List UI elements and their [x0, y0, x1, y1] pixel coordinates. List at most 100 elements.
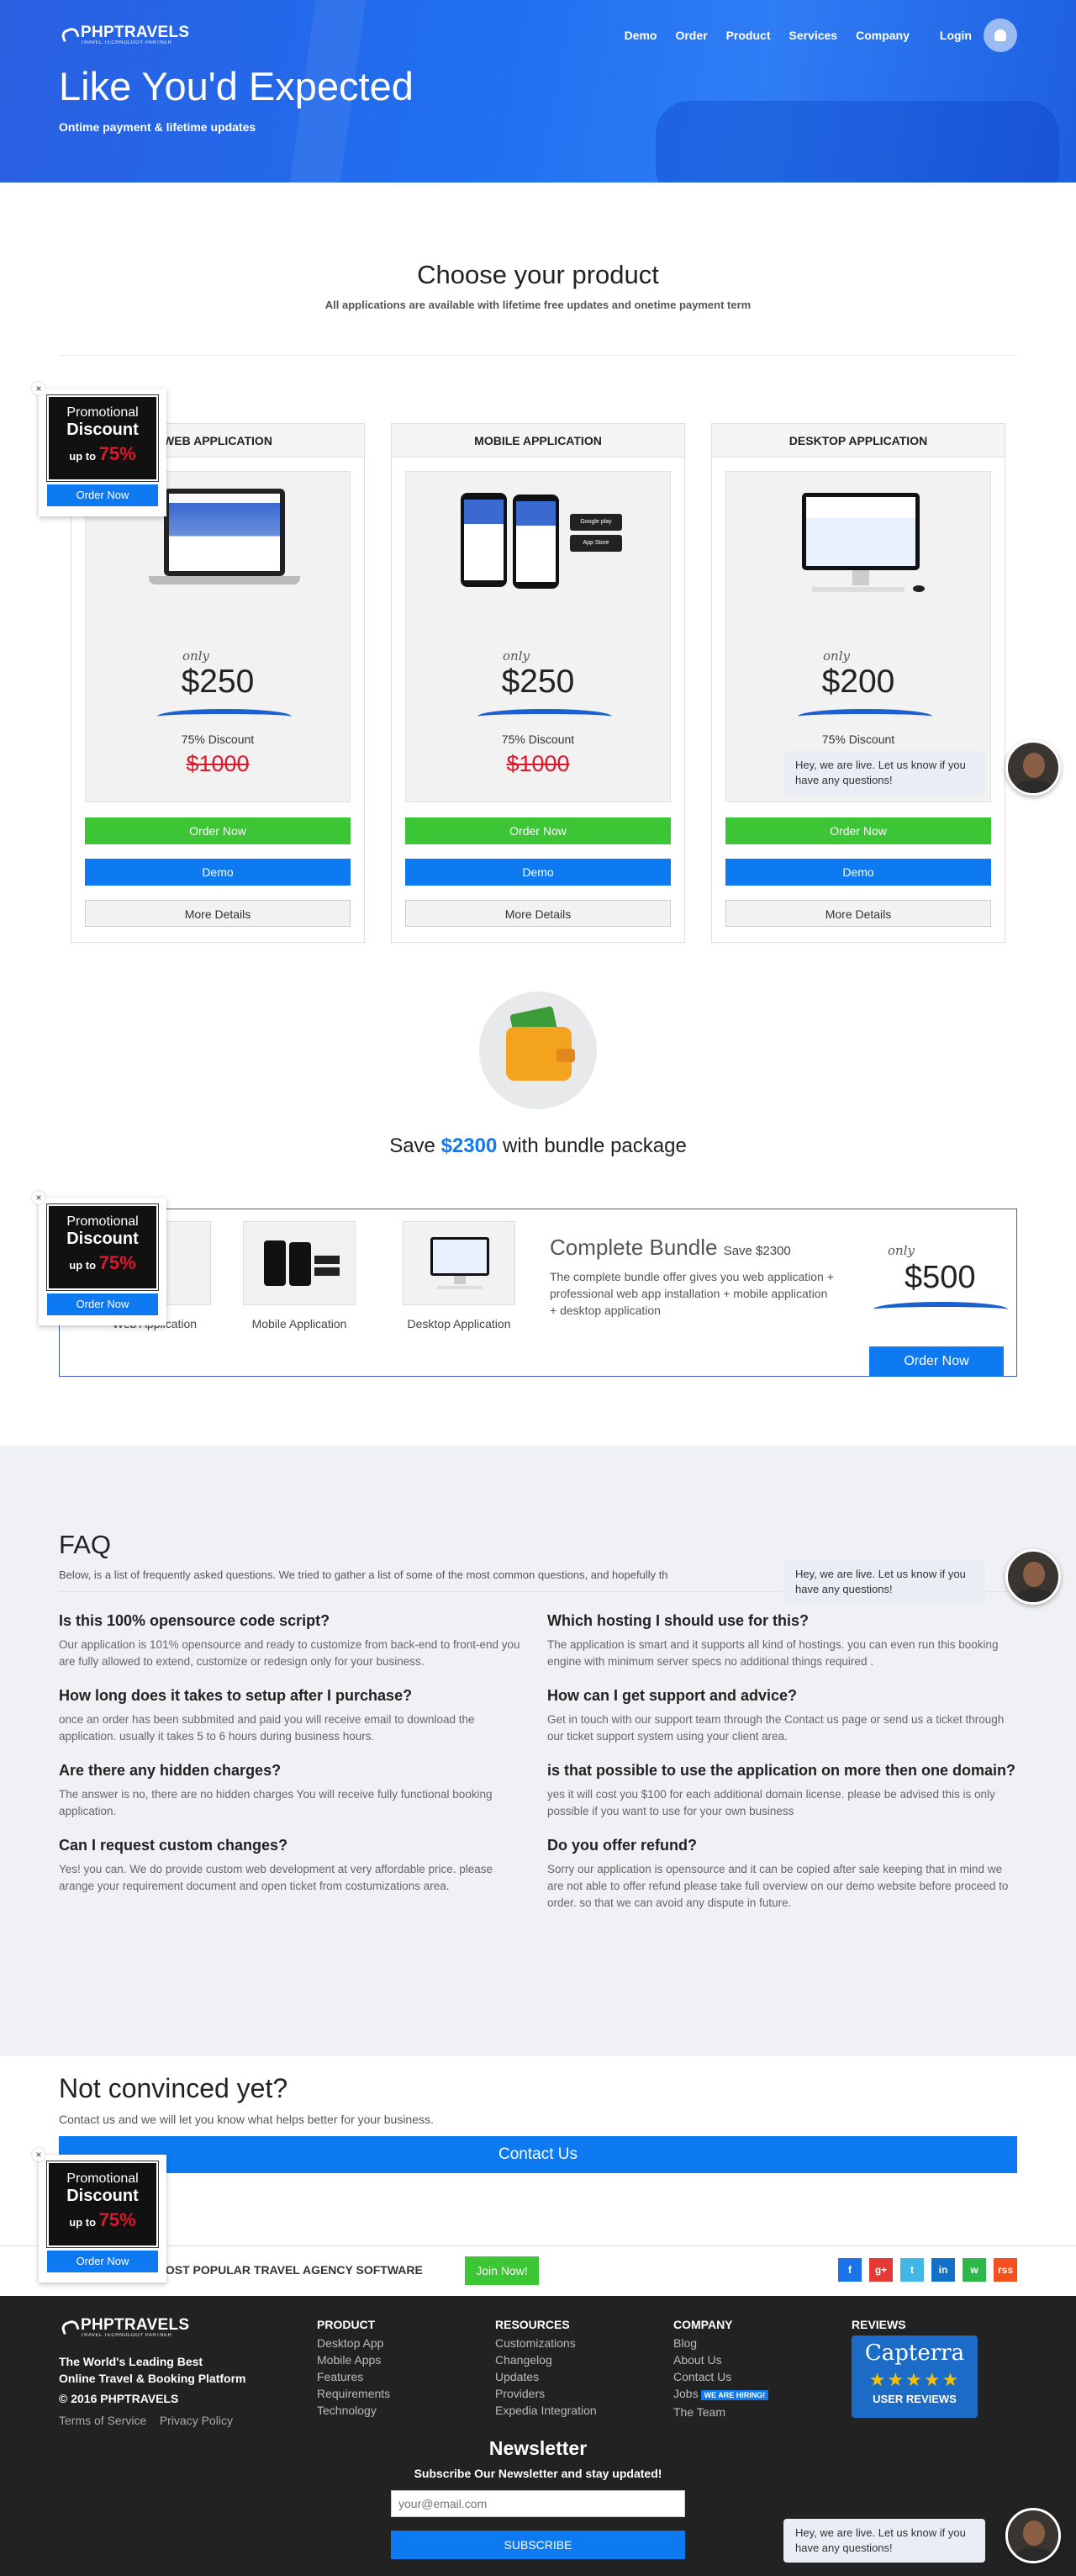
promo-line: up to 75%: [49, 1252, 156, 1274]
twitter-icon[interactable]: t: [900, 2258, 924, 2282]
capterra-badge[interactable]: Capterra ★★★★★ USER REVIEWS: [852, 2335, 978, 2418]
discount-label: 75% Discount: [501, 733, 575, 746]
close-icon[interactable]: ×: [32, 1191, 45, 1204]
mobile-app-image: Google play App Store: [406, 480, 670, 606]
demo-button[interactable]: Demo: [405, 859, 671, 886]
faq-answer: once an order has been subbmited and pai…: [59, 1713, 475, 1743]
faq-question: How can I get support and advice?: [547, 1687, 798, 1704]
footer-link[interactable]: Requirements: [317, 2385, 390, 2402]
column-title: REVIEWS: [852, 2318, 906, 2331]
order-now-button[interactable]: Order Now: [85, 817, 351, 844]
footer-company-column: COMPANY Blog About Us Contact Us Jobs WE …: [673, 2318, 769, 2420]
footer-link[interactable]: Contact Us: [673, 2368, 768, 2385]
agent-avatar[interactable]: [1005, 740, 1061, 796]
order-now-button[interactable]: Order Now: [405, 817, 671, 844]
logo[interactable]: PHPTRAVELS TRAVEL TECHNOLOGY PARTNER: [59, 24, 190, 45]
faq-question: is that possible to use the application …: [547, 1762, 1016, 1779]
logo-name: PHPTRAVELS: [81, 24, 190, 41]
contact-us-button[interactable]: Contact Us: [59, 2136, 1017, 2173]
star-icon: ★★★★★: [868, 2369, 961, 2390]
faq-item: Is this 100% opensource code script? Our …: [59, 1612, 529, 1670]
tagline-line-1: The World's Leading Best: [59, 2355, 203, 2368]
nav-login[interactable]: Login: [940, 29, 972, 42]
savings-section: Save $2300 with bundle package: [0, 992, 1076, 1158]
footer-link[interactable]: Updates: [495, 2368, 597, 2385]
google-plus-icon[interactable]: g+: [869, 2258, 893, 2282]
footer-link[interactable]: Desktop App: [317, 2335, 390, 2351]
logo-name: PHPTRAVELS: [81, 2316, 190, 2334]
chat-message[interactable]: Hey, we are live. Let us know if you hav…: [783, 751, 985, 795]
subscribe-button[interactable]: SUBSCRIBE: [391, 2531, 685, 2559]
price-underline: [873, 1302, 1008, 1317]
nav-demo[interactable]: Demo: [625, 29, 657, 42]
promo-image: Promotional Discount up to 75%: [46, 2161, 159, 2248]
terms-link[interactable]: Terms of Service: [59, 2414, 146, 2427]
copyright: © 2016 PHPTRAVELS: [59, 2392, 179, 2405]
not-convinced-text: Contact us and we will let you know what…: [59, 2113, 434, 2126]
newsletter-email-input[interactable]: [391, 2490, 685, 2517]
footer-link[interactable]: Technology: [317, 2402, 390, 2419]
close-icon[interactable]: ×: [32, 2148, 45, 2161]
footer-link[interactable]: Jobs: [673, 2387, 699, 2400]
footer-link[interactable]: The Team: [673, 2404, 768, 2420]
more-details-button[interactable]: More Details: [725, 900, 991, 927]
bundle-thumb-label: Desktop Application: [407, 1317, 511, 1330]
live-chat-widget[interactable]: Hey, we are live. Let us know if you hav…: [783, 2508, 1061, 2563]
column-title: RESOURCES: [495, 2318, 570, 2331]
agent-avatar[interactable]: [1005, 2508, 1061, 2563]
footer-link[interactable]: Providers: [495, 2385, 597, 2402]
whatsapp-icon[interactable]: w: [963, 2258, 986, 2282]
nav-order[interactable]: Order: [675, 29, 707, 42]
footer-link[interactable]: Customizations: [495, 2335, 597, 2351]
promo-upto: up to: [69, 2216, 97, 2229]
tagline-line-2: Online Travel & Booking Platform: [59, 2372, 246, 2385]
more-details-button[interactable]: More Details: [85, 900, 351, 927]
demo-button[interactable]: Demo: [725, 859, 991, 886]
only-label: only: [823, 648, 850, 664]
footer-link[interactable]: Features: [317, 2368, 390, 2385]
faq-question: Are there any hidden charges?: [59, 1762, 282, 1779]
price: $250: [501, 664, 575, 700]
price: $250: [181, 664, 255, 700]
live-chat-widget[interactable]: Hey, we are live. Let us know if you hav…: [783, 1549, 1061, 1605]
bundle-thumb-desktop: Desktop Application: [403, 1221, 515, 1330]
live-chat-widget[interactable]: Hey, we are live. Let us know if you hav…: [783, 740, 1061, 796]
footer-link[interactable]: Blog: [673, 2335, 768, 2351]
footer-link[interactable]: Expedia Integration: [495, 2402, 597, 2419]
faq-question: Which hosting I should use for this?: [547, 1612, 809, 1629]
footer-logo[interactable]: PHPTRAVELS TRAVEL TECHNOLOGY PARTNER: [59, 2316, 245, 2338]
footer-link[interactable]: Mobile Apps: [317, 2351, 390, 2368]
only-label: only: [503, 648, 530, 664]
join-now-button[interactable]: Join Now!: [465, 2256, 539, 2285]
faq-answer: Yes! you can. We do provide custom web d…: [59, 1863, 493, 1892]
privacy-link[interactable]: Privacy Policy: [160, 2414, 233, 2427]
bundle-order-now-button[interactable]: Order Now: [869, 1346, 1004, 1377]
nav-product[interactable]: Product: [726, 29, 771, 42]
rss-icon[interactable]: rss: [994, 2258, 1017, 2282]
promo-order-now-button[interactable]: Order Now: [47, 484, 158, 506]
desktop-app-thumbnail: [403, 1221, 515, 1305]
nav-services[interactable]: Services: [789, 29, 837, 42]
close-icon[interactable]: ×: [32, 382, 45, 395]
linkedin-icon[interactable]: in: [931, 2258, 955, 2282]
order-now-button[interactable]: Order Now: [725, 817, 991, 844]
user-account-button[interactable]: [984, 19, 1017, 52]
demo-button[interactable]: Demo: [85, 859, 351, 886]
hero-banner: PHPTRAVELS TRAVEL TECHNOLOGY PARTNER Dem…: [0, 0, 1076, 182]
chat-message[interactable]: Hey, we are live. Let us know if you hav…: [783, 1560, 985, 1604]
more-details-button[interactable]: More Details: [405, 900, 671, 927]
footer-link[interactable]: About Us: [673, 2351, 768, 2368]
footer-link[interactable]: Changelog: [495, 2351, 597, 2368]
agent-avatar[interactable]: [1005, 1549, 1061, 1605]
chat-message[interactable]: Hey, we are live. Let us know if you hav…: [783, 2519, 985, 2563]
faq-item: Can I request custom changes? Yes! you ca…: [59, 1837, 529, 1912]
old-price: $1000: [186, 751, 250, 776]
faq-item: How can I get support and advice? Get in …: [547, 1687, 1017, 1745]
footer-resources-column: RESOURCES Customizations Changelog Updat…: [495, 2318, 597, 2419]
social-links: f g+ t in w rss: [831, 2258, 1017, 2282]
promo-order-now-button[interactable]: Order Now: [47, 2251, 158, 2272]
facebook-icon[interactable]: f: [838, 2258, 862, 2282]
faq-item: Which hosting I should use for this? The …: [547, 1612, 1017, 1670]
promo-order-now-button[interactable]: Order Now: [47, 1293, 158, 1315]
nav-company[interactable]: Company: [856, 29, 910, 42]
